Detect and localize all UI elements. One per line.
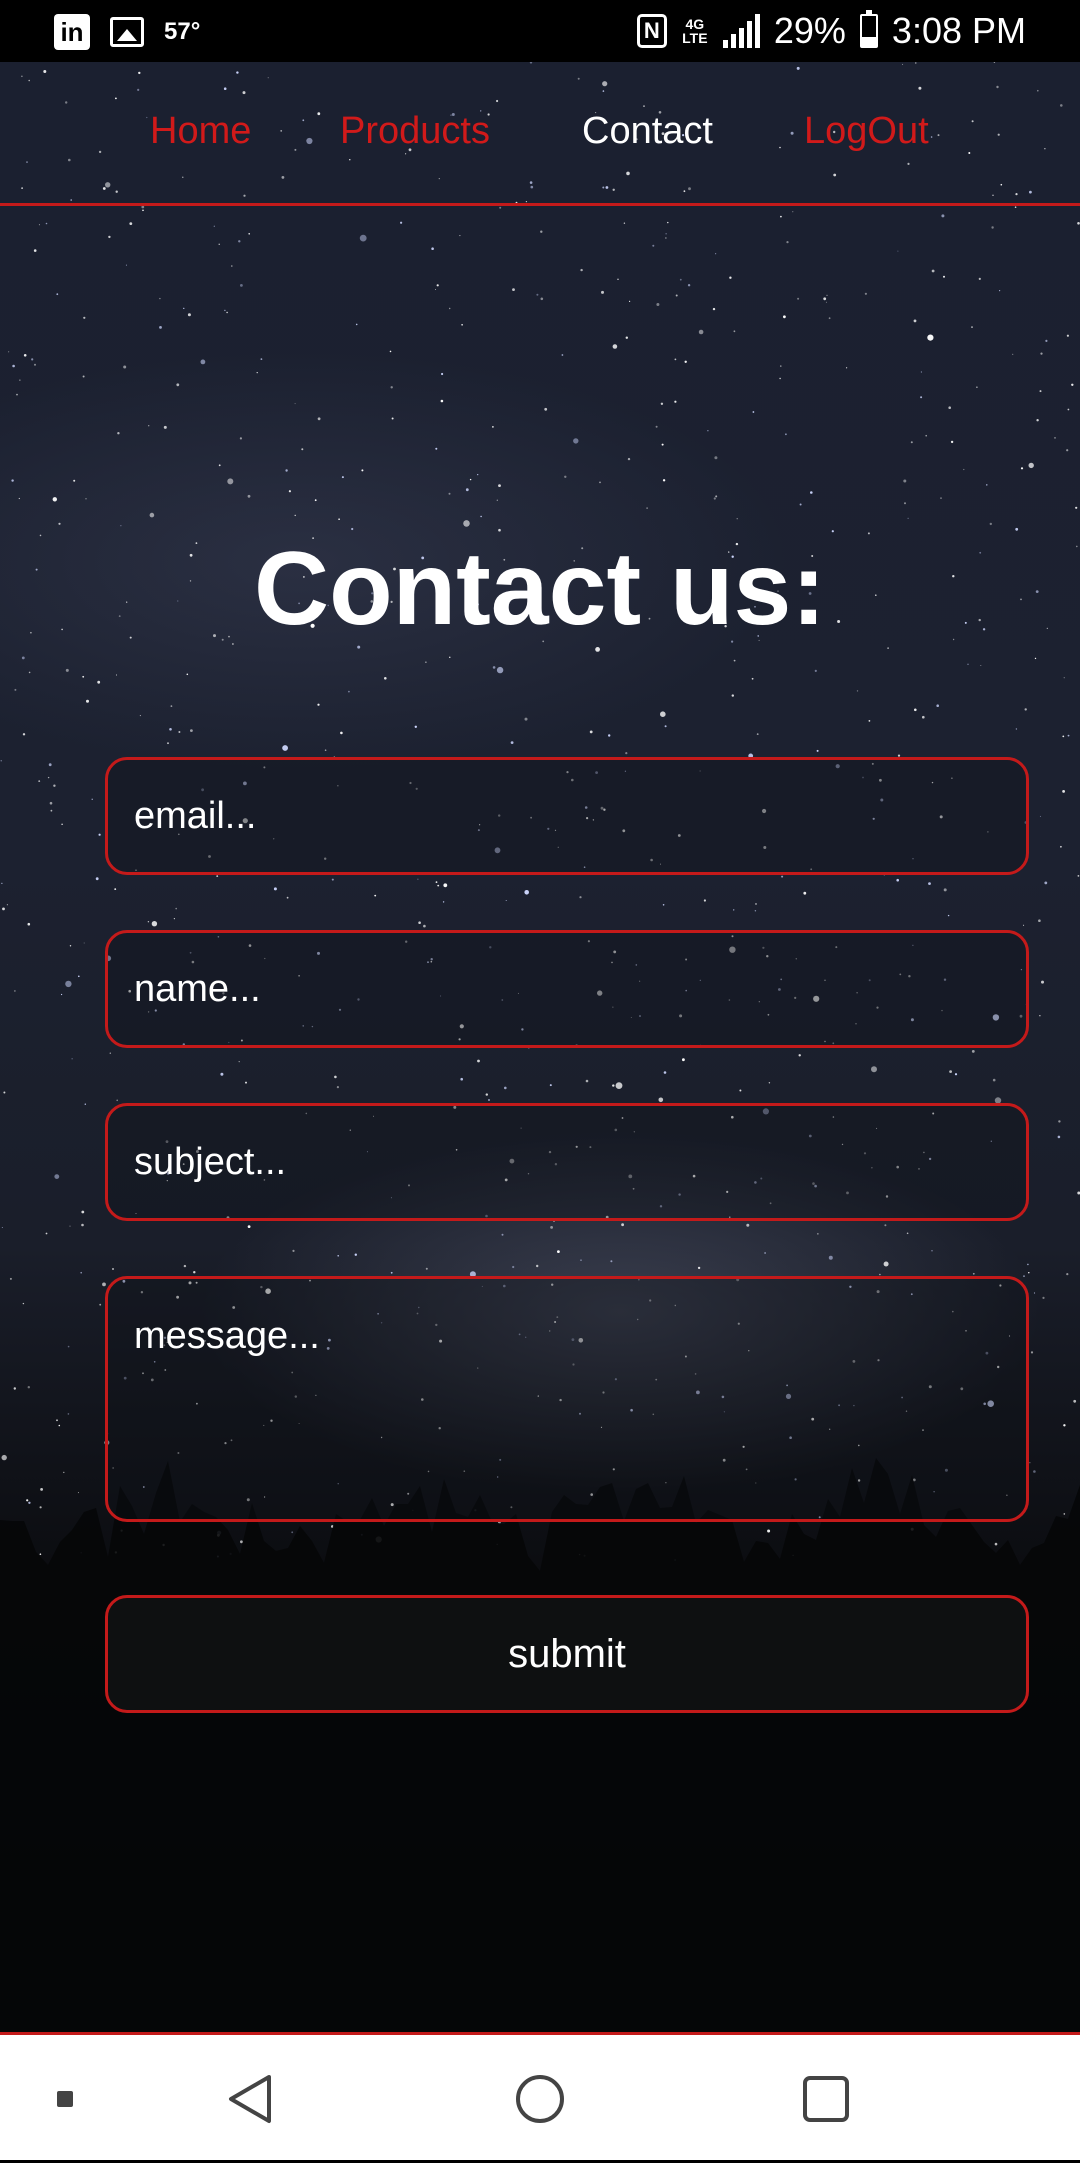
home-icon[interactable] [500,2035,580,2163]
submit-button[interactable]: submit [105,1595,1029,1713]
email-field[interactable] [105,757,1029,875]
name-field[interactable] [105,930,1029,1048]
recent-dot-icon[interactable] [40,2035,90,2163]
message-field[interactable] [105,1276,1029,1522]
clock: 3:08 PM [891,10,1026,51]
battery-icon [859,10,878,48]
back-icon[interactable] [210,2035,290,2163]
linkedin-icon: in [54,14,90,50]
temperature: 57° [164,18,201,45]
signal-icon [722,14,760,48]
lte-icon: 4G LTE [682,16,708,46]
page-title: Contact us: [254,531,826,647]
battery-percent: 29% [773,10,846,51]
nav-home-link[interactable]: Home [150,110,251,153]
nfc-icon: N [636,14,667,48]
image-icon [110,17,144,47]
status-bar: in 57° N 4G LTE 29% 3:08 PM [0,0,1080,62]
top-nav: Home Products Contact LogOut [0,62,1080,206]
nav-contact-link[interactable]: Contact [582,110,713,153]
subject-field[interactable] [105,1103,1029,1221]
system-nav-bar [0,2032,1080,2160]
nav-products-link[interactable]: Products [340,110,490,153]
nav-logout-link[interactable]: LogOut [804,110,929,153]
overview-icon[interactable] [786,2035,866,2163]
